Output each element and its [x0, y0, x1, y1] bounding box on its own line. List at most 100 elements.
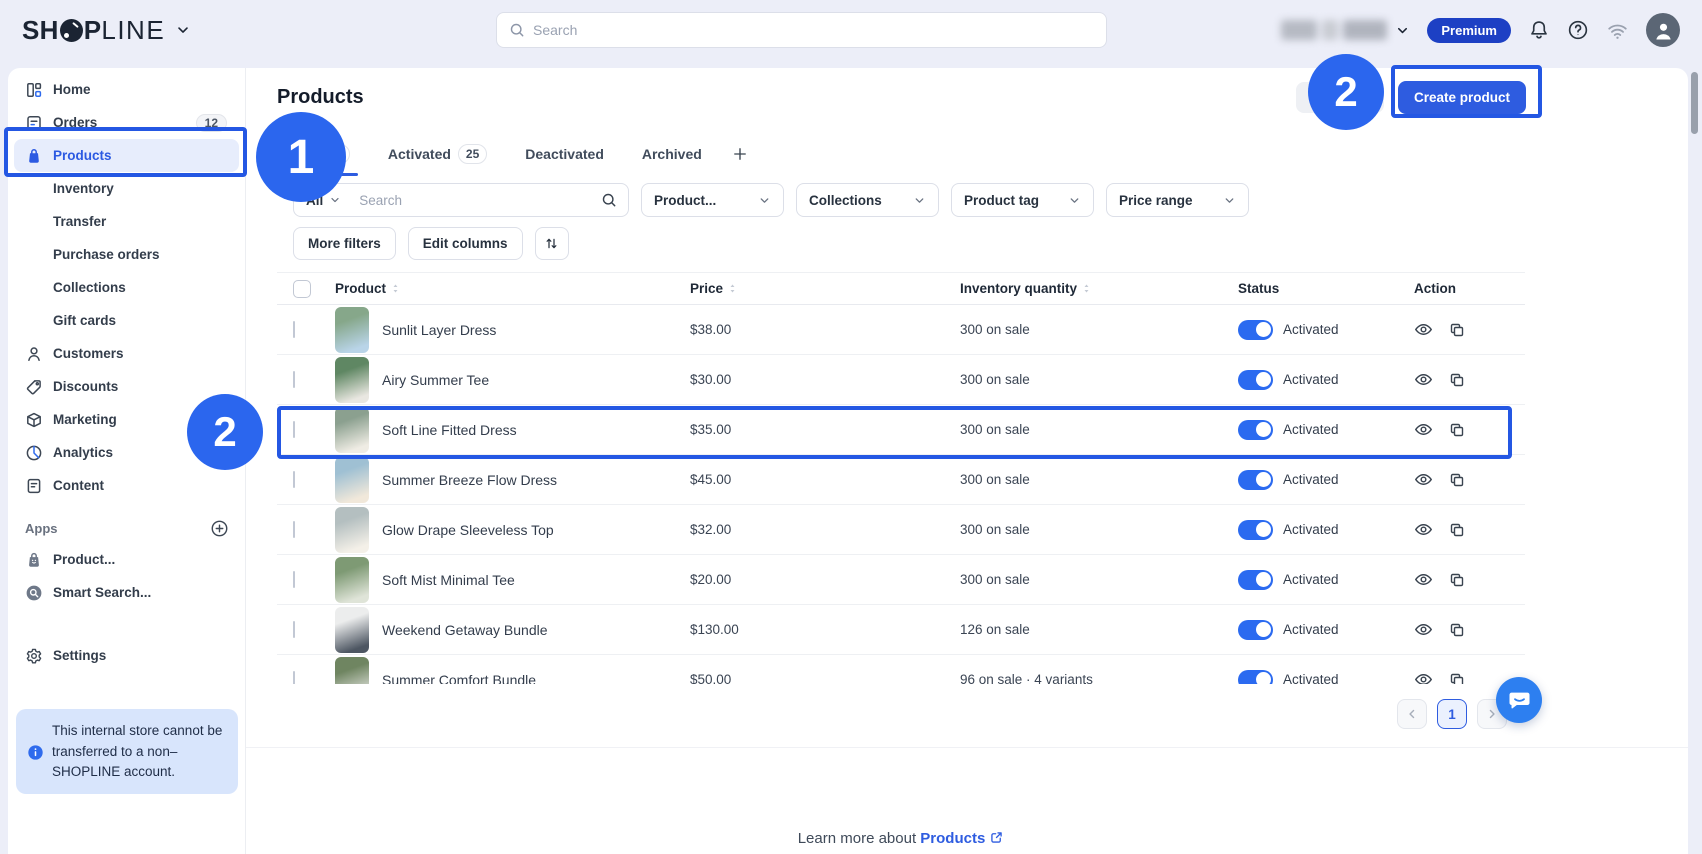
status-toggle[interactable] [1238, 470, 1273, 490]
preview-eye-icon[interactable] [1414, 420, 1433, 439]
duplicate-icon[interactable] [1448, 620, 1466, 639]
product-name[interactable]: Weekend Getaway Bundle [382, 622, 548, 638]
previous-page-button[interactable] [1397, 699, 1427, 729]
tab-archived[interactable]: Archived [630, 142, 714, 176]
sidebar-item-customers[interactable]: Customers [14, 337, 239, 370]
status-toggle[interactable] [1238, 420, 1273, 440]
table-row[interactable]: Soft Line Fitted Dress $35.00 300 on sal… [277, 405, 1525, 455]
notifications-bell-icon[interactable] [1528, 19, 1550, 41]
shopline-logo[interactable]: SHPLINE [22, 15, 191, 46]
preview-eye-icon[interactable] [1414, 570, 1433, 589]
sidebar-item-home[interactable]: Home [14, 73, 239, 106]
edit-columns-button[interactable]: Edit columns [408, 227, 523, 260]
row-checkbox[interactable] [293, 621, 295, 638]
filter-dropdown-collections[interactable]: Collections [796, 183, 939, 217]
table-row[interactable]: Summer Breeze Flow Dress $45.00 300 on s… [277, 455, 1525, 505]
preview-eye-icon[interactable] [1414, 470, 1433, 489]
row-checkbox[interactable] [293, 671, 295, 684]
search-icon[interactable] [601, 192, 628, 208]
sidebar-item-discounts[interactable]: Discounts [14, 370, 239, 403]
more-filters-button[interactable]: More filters [293, 227, 396, 260]
row-checkbox[interactable] [293, 571, 295, 588]
page-1-button[interactable]: 1 [1437, 699, 1467, 729]
column-sort-icon[interactable] [1081, 283, 1092, 294]
product-search-input[interactable] [351, 193, 601, 208]
sidebar-item-transfer[interactable]: Transfer [14, 205, 239, 238]
preview-eye-icon[interactable] [1414, 620, 1433, 639]
add-app-icon[interactable] [210, 519, 229, 538]
table-row[interactable]: Summer Comfort Bundle $50.00 96 on sale … [277, 655, 1525, 684]
product-name[interactable]: Soft Line Fitted Dress [382, 422, 517, 438]
table-row[interactable]: Weekend Getaway Bundle $130.00 126 on sa… [277, 605, 1525, 655]
sidebar-item-product[interactable]: Product... [14, 543, 239, 576]
sidebar-item-orders[interactable]: Orders12 [14, 106, 239, 139]
premium-badge[interactable]: Premium [1427, 18, 1511, 43]
tab-all[interactable]: All [277, 142, 362, 176]
table-row[interactable]: Glow Drape Sleeveless Top $32.00 300 on … [277, 505, 1525, 555]
column-header-price[interactable]: Price [690, 281, 960, 296]
sidebar-item-settings[interactable]: Settings [14, 639, 239, 672]
tab-deactivated[interactable]: Deactivated [513, 142, 616, 176]
scrollbar-thumb[interactable] [1691, 72, 1698, 134]
store-name-switcher[interactable] [1281, 20, 1410, 40]
duplicate-icon[interactable] [1448, 320, 1466, 339]
product-name[interactable]: Sunlit Layer Dress [382, 322, 496, 338]
table-row[interactable]: Airy Summer Tee $30.00 300 on sale Activ… [277, 355, 1525, 405]
preview-eye-icon[interactable] [1414, 670, 1433, 684]
store-switcher-chevron-icon[interactable] [175, 22, 191, 38]
product-name[interactable]: Summer Comfort Bundle [382, 672, 536, 685]
sidebar-item-inventory[interactable]: Inventory [14, 172, 239, 205]
duplicate-icon[interactable] [1448, 420, 1466, 439]
product-name[interactable]: Glow Drape Sleeveless Top [382, 522, 554, 538]
product-name[interactable]: Soft Mist Minimal Tee [382, 572, 515, 588]
duplicate-icon[interactable] [1448, 470, 1466, 489]
column-header-product[interactable]: Product [335, 281, 690, 296]
sidebar-item-collections[interactable]: Collections [14, 271, 239, 304]
help-icon[interactable] [1567, 19, 1589, 41]
sidebar-item-marketing[interactable]: Marketing [14, 403, 239, 436]
column-sort-icon[interactable] [727, 283, 738, 294]
row-checkbox[interactable] [293, 371, 295, 388]
status-toggle[interactable] [1238, 320, 1273, 340]
account-avatar[interactable] [1646, 13, 1680, 47]
live-chat-button[interactable] [1496, 677, 1542, 723]
sidebar-item-content[interactable]: Content [14, 469, 239, 502]
row-checkbox[interactable] [293, 471, 295, 488]
filter-dropdown-price-range[interactable]: Price range [1106, 183, 1249, 217]
preview-eye-icon[interactable] [1414, 320, 1433, 339]
status-toggle[interactable] [1238, 520, 1273, 540]
global-search[interactable] [496, 12, 1107, 48]
filter-dropdown-product[interactable]: Product... [641, 183, 784, 217]
sort-button[interactable] [535, 227, 569, 260]
create-product-button[interactable]: Create product [1398, 81, 1526, 114]
tab-activated[interactable]: Activated25 [376, 142, 499, 176]
tab-add-view[interactable] [728, 142, 752, 176]
filter-dropdown-product-tag[interactable]: Product tag [951, 183, 1094, 217]
status-toggle[interactable] [1238, 370, 1273, 390]
row-checkbox[interactable] [293, 421, 295, 438]
table-row[interactable]: Soft Mist Minimal Tee $20.00 300 on sale… [277, 555, 1525, 605]
product-name[interactable]: Airy Summer Tee [382, 372, 489, 388]
duplicate-icon[interactable] [1448, 670, 1466, 684]
preview-eye-icon[interactable] [1414, 370, 1433, 389]
sidebar-item-purchase-orders[interactable]: Purchase orders [14, 238, 239, 271]
table-row[interactable]: Sunlit Layer Dress $38.00 300 on sale Ac… [277, 305, 1525, 355]
duplicate-icon[interactable] [1448, 370, 1466, 389]
sidebar-item-products[interactable]: Products [14, 139, 239, 172]
select-all-checkbox[interactable] [293, 280, 311, 298]
status-toggle[interactable] [1238, 570, 1273, 590]
sidebar-item-smart-search[interactable]: Smart Search... [14, 576, 239, 609]
row-checkbox[interactable] [293, 521, 295, 538]
import-button[interactable]: Import [1296, 82, 1384, 113]
preview-eye-icon[interactable] [1414, 520, 1433, 539]
duplicate-icon[interactable] [1448, 520, 1466, 539]
sidebar-item-gift-cards[interactable]: Gift cards [14, 304, 239, 337]
column-header-inventory-quantity[interactable]: Inventory quantity [960, 281, 1238, 296]
global-search-input[interactable] [533, 22, 1094, 38]
sidebar-item-analytics[interactable]: Analytics [14, 436, 239, 469]
duplicate-icon[interactable] [1448, 570, 1466, 589]
status-toggle[interactable] [1238, 670, 1273, 685]
search-scope-selector[interactable]: All [294, 184, 351, 216]
product-name[interactable]: Summer Breeze Flow Dress [382, 472, 557, 488]
row-checkbox[interactable] [293, 321, 295, 338]
